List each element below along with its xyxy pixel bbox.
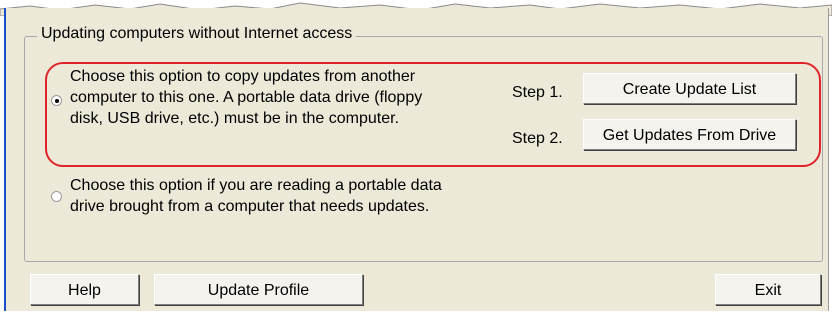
get-updates-from-drive-button[interactable]: Get Updates From Drive: [583, 119, 796, 150]
option-copy-line: Choose this option to copy updates from …: [70, 68, 416, 85]
option-read-drive-line: Choose this option if you are reading a …: [70, 177, 442, 194]
groupbox-title: Updating computers without Internet acce…: [37, 25, 357, 43]
create-update-list-button[interactable]: Create Update List: [583, 73, 796, 104]
step-1-label: Step 1.: [512, 84, 563, 101]
exit-button[interactable]: Exit: [715, 274, 821, 305]
dialog-window: Updating computers without Internet acce…: [4, 8, 829, 311]
option-read-drive-text: Choose this option if you are reading a …: [70, 175, 442, 217]
option-copy-text: Choose this option to copy updates from …: [70, 66, 422, 129]
option-copy-radio[interactable]: [51, 95, 62, 106]
update-profile-button[interactable]: Update Profile: [154, 274, 363, 305]
option-read-drive-radio[interactable]: [51, 191, 62, 202]
step-2-label: Step 2.: [512, 130, 563, 147]
radio-selected-dot: [55, 99, 59, 103]
option-read-drive-line: drive brought from a computer that needs…: [70, 198, 430, 215]
option-copy-line: computer to this one. A portable data dr…: [70, 89, 423, 106]
option-copy-line: disk, USB drive, etc.) must be in the co…: [70, 110, 400, 127]
help-button[interactable]: Help: [30, 274, 139, 305]
